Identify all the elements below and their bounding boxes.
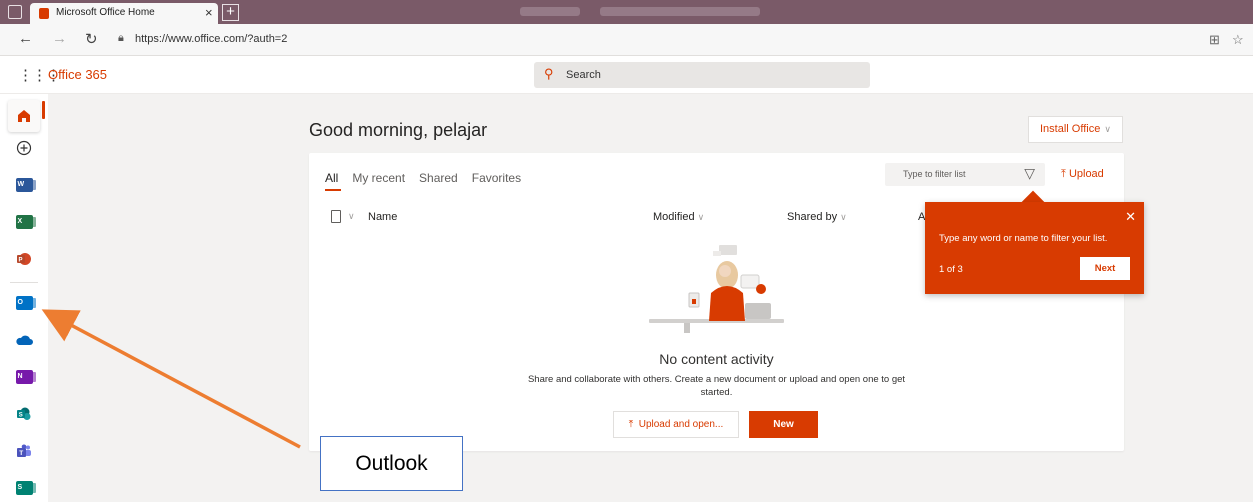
svg-text:S: S — [19, 413, 23, 419]
upload-and-open-label: Upload and open... — [638, 419, 724, 430]
documents-card: All My recent Shared Favorites Type to f… — [309, 153, 1124, 451]
active-indicator — [42, 101, 45, 119]
rail-outlook[interactable]: O — [8, 287, 40, 319]
next-button[interactable]: Next — [1080, 257, 1130, 280]
sharepoint-icon: S — [17, 407, 31, 420]
blurred-window-title — [600, 7, 760, 16]
create-icon — [16, 140, 32, 156]
browser-tab-bar: Microsoft Office Home × + — [0, 0, 1253, 24]
column-modified-label: Modified — [653, 211, 695, 223]
callout-message: Type any word or name to filter your lis… — [939, 233, 1108, 244]
rail-create[interactable] — [8, 132, 40, 164]
page-title: Good morning, pelajar — [309, 120, 488, 140]
document-tabs: All My recent Shared Favorites — [325, 171, 521, 191]
tab-all[interactable]: All — [325, 171, 342, 191]
close-icon[interactable]: ✕ — [1125, 209, 1136, 225]
column-modified[interactable]: Modified ∨ — [653, 211, 704, 223]
column-shared-by[interactable]: Shared by ∨ — [787, 211, 847, 223]
search-box[interactable]: ⚲ Search — [534, 62, 870, 88]
search-icon: ⚲ — [544, 66, 554, 81]
url-field[interactable]: https://www.office.com/?auth=2 — [135, 33, 287, 45]
annotation-label-box: Outlook — [320, 436, 463, 491]
office-header: ⋮⋮⋮ Office 365 ⚲ Search — [0, 56, 1253, 94]
tab-my-recent[interactable]: My recent — [352, 171, 405, 185]
filter-icon[interactable]: ▽ — [1024, 165, 1035, 182]
tab-favorites[interactable]: Favorites — [472, 171, 521, 185]
upload-label: Upload — [1068, 168, 1104, 180]
svg-text:T: T — [19, 450, 23, 457]
column-name[interactable]: Name — [368, 211, 397, 223]
collections-icon[interactable]: ⊞ — [1209, 32, 1220, 48]
tab-close-icon[interactable]: × — [205, 5, 213, 20]
powerpoint-icon: P — [17, 253, 31, 265]
excel-icon: X — [15, 215, 36, 229]
word-icon: W — [15, 178, 36, 192]
brand-link[interactable]: Office 365 — [48, 67, 107, 82]
sway-icon: S — [15, 481, 36, 495]
onedrive-icon — [16, 335, 33, 345]
favorites-icon[interactable]: ☆ — [1232, 32, 1244, 48]
blurred-window-title — [520, 7, 580, 16]
rail-onedrive[interactable] — [8, 324, 40, 356]
new-tab-button[interactable]: + — [222, 4, 239, 21]
search-label: Search — [566, 69, 601, 81]
outlook-icon: O — [15, 296, 36, 310]
refresh-icon[interactable]: ↻ — [85, 30, 98, 48]
install-office-label: Install Office — [1040, 123, 1101, 135]
forward-icon[interactable]: → — [52, 30, 67, 47]
chevron-down-icon[interactable]: ∨ — [348, 211, 355, 222]
new-button[interactable]: New — [749, 411, 818, 438]
app-rail: W X P O N S T S — [0, 94, 48, 502]
office-favicon-icon — [39, 8, 49, 19]
rail-excel[interactable]: X — [8, 206, 40, 238]
rail-sharepoint[interactable]: S — [8, 398, 40, 430]
upload-button[interactable]: ⤒ Upload — [1061, 168, 1104, 181]
onenote-icon: N — [15, 370, 36, 384]
install-office-button[interactable]: Install Office ∨ — [1028, 116, 1123, 143]
rail-onenote[interactable]: N — [8, 361, 40, 393]
window-menu-icon[interactable] — [8, 5, 22, 19]
file-type-icon[interactable] — [331, 210, 341, 223]
empty-state-description: Share and collaborate with others. Creat… — [527, 374, 906, 398]
tab-title: Microsoft Office Home — [56, 7, 155, 18]
svg-text:P: P — [19, 258, 23, 264]
page: Microsoft Office Home × + ← → ↻ 🔒︎ https… — [0, 0, 1253, 502]
rail-sway[interactable]: S — [8, 472, 40, 502]
chevron-down-icon: ∨ — [840, 212, 847, 222]
browser-tab[interactable]: Microsoft Office Home × — [30, 3, 218, 24]
callout-step-counter: 1 of 3 — [939, 264, 963, 275]
rail-powerpoint[interactable]: P — [8, 243, 40, 275]
upload-and-open-button[interactable]: ⤒ Upload and open... — [613, 411, 739, 438]
filter-placeholder: Type to filter list — [903, 169, 966, 179]
tab-shared[interactable]: Shared — [419, 171, 458, 185]
home-icon — [18, 110, 30, 122]
filter-input[interactable]: Type to filter list ▽ — [885, 163, 1045, 186]
teams-icon: T — [17, 444, 31, 457]
rail-word[interactable]: W — [8, 169, 40, 201]
chevron-down-icon: ∨ — [697, 212, 705, 222]
empty-state-title: No content activity — [659, 351, 774, 367]
upload-icon: ⤒ — [628, 419, 634, 430]
address-bar: ← → ↻ 🔒︎ https://www.office.com/?auth=2 … — [0, 24, 1253, 56]
rail-divider — [10, 282, 38, 283]
upload-icon: ⤒ — [1061, 168, 1066, 180]
column-shared-by-label: Shared by — [787, 211, 838, 223]
chevron-down-icon: ∨ — [1104, 124, 1111, 134]
back-icon[interactable]: ← — [18, 30, 33, 47]
rail-home[interactable] — [8, 100, 40, 132]
teaching-callout: ✕ Type any word or name to filter your l… — [925, 202, 1144, 294]
empty-state-illustration — [649, 245, 784, 333]
lock-icon[interactable]: 🔒︎ — [118, 32, 124, 45]
rail-teams[interactable]: T — [8, 435, 40, 467]
